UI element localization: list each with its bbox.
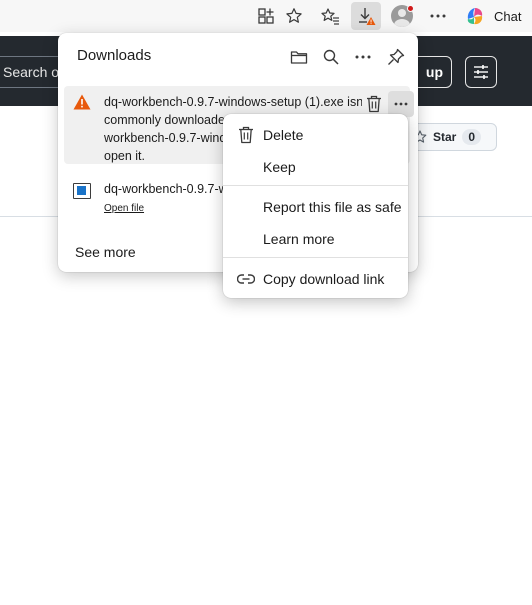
search-icon[interactable] bbox=[318, 44, 344, 70]
menu-item-copy-link[interactable]: Copy download link bbox=[227, 264, 404, 294]
downloads-icon[interactable] bbox=[351, 2, 381, 30]
warning-icon bbox=[73, 94, 91, 115]
menu-item-keep-label: Keep bbox=[263, 159, 296, 175]
downloads-title: Downloads bbox=[77, 47, 152, 64]
menu-separator bbox=[223, 185, 408, 186]
favorite-star-icon[interactable] bbox=[279, 2, 309, 30]
menu-item-report-safe-label: Report this file as safe bbox=[263, 199, 402, 215]
warning-line-1: dq-workbench-0.9.7-windows-setup (1).exe… bbox=[104, 95, 362, 109]
copilot-chat-button[interactable]: Chat bbox=[458, 2, 528, 30]
browser-toolbar: Chat bbox=[0, 0, 532, 32]
menu-item-learn-more[interactable]: Learn more bbox=[227, 224, 404, 254]
favorites-icon[interactable] bbox=[315, 2, 345, 30]
pin-icon[interactable] bbox=[383, 44, 409, 70]
menu-item-report-safe[interactable]: Report this file as safe bbox=[227, 192, 404, 222]
installer-file-icon bbox=[73, 183, 91, 199]
download-file-name: dq-workbench-0.9.7-windows-setup.exe bbox=[104, 182, 224, 196]
star-count: 0 bbox=[462, 129, 482, 145]
menu-item-delete[interactable]: Delete bbox=[227, 120, 404, 150]
notification-dot bbox=[407, 5, 414, 12]
menu-item-copy-link-label: Copy download link bbox=[263, 271, 385, 287]
see-more-link[interactable]: See more bbox=[75, 244, 136, 260]
settings-sliders-button[interactable] bbox=[465, 56, 497, 88]
download-context-menu: Delete Keep Report this file as safe Lea… bbox=[223, 114, 408, 298]
menu-separator bbox=[223, 257, 408, 258]
profile-avatar[interactable] bbox=[387, 2, 417, 30]
sliders-icon bbox=[474, 65, 488, 79]
open-folder-icon[interactable] bbox=[286, 44, 312, 70]
more-icon[interactable] bbox=[423, 2, 453, 30]
trash-icon bbox=[237, 126, 255, 144]
downloads-more-icon[interactable] bbox=[350, 44, 376, 70]
copilot-icon bbox=[467, 8, 483, 25]
extensions-icon[interactable] bbox=[251, 2, 281, 30]
menu-item-keep[interactable]: Keep bbox=[227, 152, 404, 182]
menu-item-delete-label: Delete bbox=[263, 127, 304, 143]
menu-item-learn-more-label: Learn more bbox=[263, 231, 335, 247]
open-file-link[interactable]: Open file bbox=[104, 203, 144, 214]
link-icon bbox=[237, 270, 255, 288]
chat-label: Chat bbox=[494, 8, 522, 24]
star-label: Star bbox=[433, 130, 457, 144]
